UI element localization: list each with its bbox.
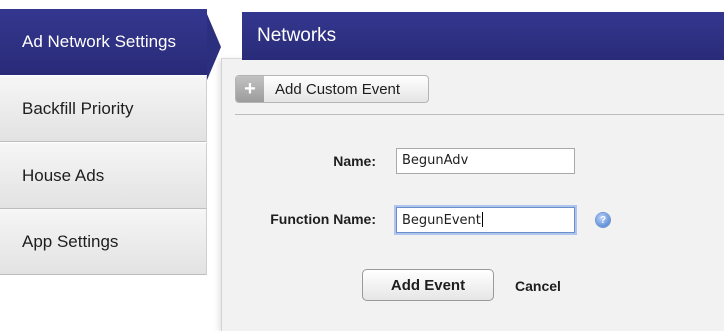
cancel-button[interactable]: Cancel [515, 278, 561, 294]
divider [235, 114, 724, 115]
help-glyph: ? [599, 214, 607, 226]
function-name-input-value: BegunEvent [402, 213, 481, 228]
add-custom-event-label: Add Custom Event [275, 80, 401, 98]
text-caret [481, 212, 483, 227]
sidebar-item-label: Backfill Priority [22, 98, 134, 118]
add-custom-event-button[interactable]: + Add Custom Event [235, 75, 429, 103]
sidebar-item-house-ads[interactable]: House Ads [0, 143, 207, 209]
panel-header: Networks [242, 12, 724, 60]
question-icon[interactable]: ? [596, 213, 610, 227]
sidebar-item-backfill-priority[interactable]: Backfill Priority [0, 76, 207, 142]
sidebar-nav: Ad Network Settings Backfill Priority Ho… [0, 0, 221, 276]
sidebar-item-label: App Settings [22, 231, 119, 251]
add-event-label: Add Event [390, 276, 466, 294]
panel-title: Networks [257, 25, 337, 46]
active-indicator-arrow [207, 14, 221, 80]
plus-icon: + [236, 76, 264, 102]
name-label: Name: [333, 153, 376, 169]
add-event-button[interactable]: Add Event [362, 269, 494, 301]
sidebar-item-ad-network-settings[interactable]: Ad Network Settings [0, 9, 207, 75]
name-input-value: BegunAdv [402, 153, 469, 168]
function-name-input[interactable]: BegunEvent [396, 207, 575, 233]
name-input[interactable]: BegunAdv [396, 148, 575, 174]
sidebar-item-app-settings[interactable]: App Settings [0, 209, 207, 275]
sidebar-item-label: Ad Network Settings [22, 32, 177, 51]
sidebar-item-label: House Ads [22, 165, 105, 185]
function-name-label: Function Name: [270, 211, 376, 227]
